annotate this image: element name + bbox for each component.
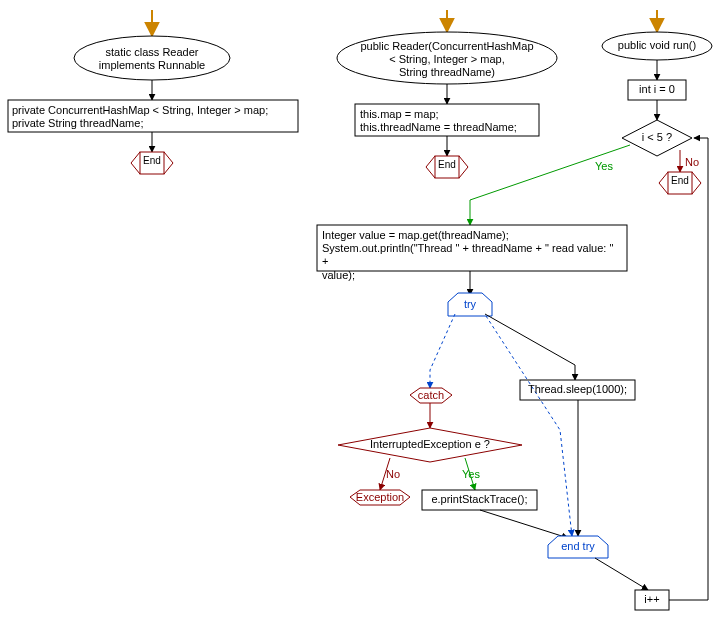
svg-point-7 [337, 32, 557, 84]
svg-rect-15 [628, 80, 686, 100]
svg-rect-9 [355, 104, 539, 136]
svg-rect-24 [635, 590, 669, 610]
svg-rect-5 [140, 152, 164, 174]
svg-rect-23 [520, 380, 635, 400]
svg-rect-18 [668, 172, 692, 194]
svg-point-1 [74, 36, 230, 80]
svg-rect-22 [422, 490, 537, 510]
svg-rect-19 [317, 225, 627, 271]
svg-rect-11 [435, 156, 459, 178]
svg-point-13 [602, 32, 712, 60]
svg-rect-3 [8, 100, 298, 132]
